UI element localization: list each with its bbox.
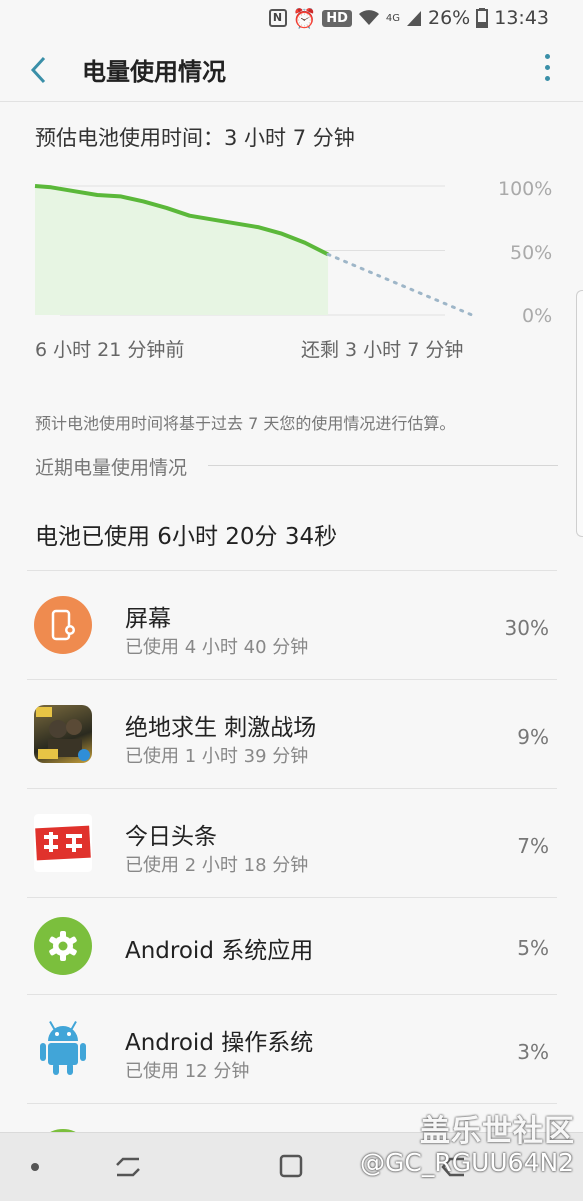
back-button[interactable] [20, 50, 60, 90]
app-name: 绝地求生 刺激战场 [125, 715, 317, 741]
chevron-left-icon [30, 56, 46, 84]
usage-area [35, 186, 329, 315]
status-bar: N ⏰ HD 4G 26% 13:43 [0, 0, 583, 36]
pubg-game-icon [34, 705, 92, 763]
home-icon[interactable] [278, 1153, 304, 1179]
screen-brightness-icon [34, 596, 92, 654]
app-percent: 7% [517, 834, 549, 858]
ytick-50: 50% [510, 242, 553, 264]
app-percent: 5% [517, 936, 549, 960]
network-type: 4G [385, 12, 400, 24]
app-name: Android 系统应用 [125, 938, 314, 964]
list-item-android-os[interactable]: Android 操作系统 已使用 12 分钟 3% [27, 994, 557, 1103]
android-robot-icon [34, 1019, 92, 1077]
app-name: 屏幕 [125, 606, 171, 632]
app-name: 今日头条 [125, 824, 217, 850]
estimated-time-label: 预估电池使用时间：3 小时 7 分钟 [35, 126, 355, 150]
app-usage-time: 已使用 2 小时 18 分钟 [125, 855, 309, 876]
app-usage-time: 已使用 4 小时 40 分钟 [125, 637, 309, 658]
ytick-100: 100% [498, 178, 553, 200]
list-item-toutiao[interactable]: 今日头条 已使用 2 小时 18 分钟 7% [27, 788, 557, 897]
toutiao-news-icon [34, 814, 92, 872]
list-item-android-system-apps[interactable]: Android 系统应用 5% [27, 897, 557, 994]
total-usage: 电池已使用 6小时 20分 34秒 [35, 524, 338, 550]
app-name: Android 操作系统 [125, 1030, 314, 1056]
page-title: 电量使用情况 [82, 58, 226, 86]
settings-gear-icon [34, 917, 92, 975]
battery-chart: 100% 50% 0% 6 小时 21 分钟前 还剩 3 小时 7 分钟 [0, 165, 583, 365]
app-usage-time: 已使用 12 分钟 [125, 1061, 250, 1082]
hd-badge: HD [322, 9, 352, 27]
wifi-icon [358, 10, 379, 25]
app-percent: 30% [504, 616, 549, 640]
x-start-label: 6 小时 21 分钟前 [35, 339, 185, 361]
battery-percent: 26% [428, 7, 471, 29]
scroll-handle[interactable] [576, 290, 583, 537]
app-percent: 9% [517, 725, 549, 749]
ytick-0: 0% [522, 305, 553, 327]
list-item-pubg[interactable]: 绝地求生 刺激战场 已使用 1 小时 39 分钟 9% [27, 679, 557, 788]
alarm-icon: ⏰ [292, 7, 317, 30]
app-usage-time: 已使用 1 小时 39 分钟 [125, 746, 309, 767]
recent-apps-icon[interactable] [115, 1155, 141, 1179]
x-end-label: 还剩 3 小时 7 分钟 [301, 339, 464, 361]
battery-icon [476, 8, 489, 28]
list-item-screen[interactable]: 屏幕 已使用 4 小时 40 分钟 30% [27, 570, 557, 679]
app-percent: 3% [517, 1040, 549, 1064]
signal-icon [407, 11, 421, 26]
watermark-user: @GC_RGUU64N2 [360, 1148, 575, 1177]
section-title: 近期电量使用情况 [35, 457, 188, 479]
app-usage-list: 屏幕 已使用 4 小时 40 分钟 30% 绝地求生 刺激战场 已使用 1 小时… [27, 570, 557, 1187]
nav-dot-icon[interactable] [30, 1162, 40, 1172]
app-bar: 电量使用情况 [0, 36, 583, 102]
projected-line [326, 252, 474, 317]
clock: 13:43 [494, 7, 549, 29]
estimate-note: 预计电池使用时间将基于过去 7 天您的使用情况进行估算。 [35, 414, 456, 433]
more-vert-icon [544, 54, 550, 59]
section-divider [208, 465, 558, 466]
watermark-community: 盖乐世社区 [420, 1114, 575, 1149]
more-options-button[interactable] [537, 54, 557, 84]
nfc-icon: N [268, 9, 287, 27]
